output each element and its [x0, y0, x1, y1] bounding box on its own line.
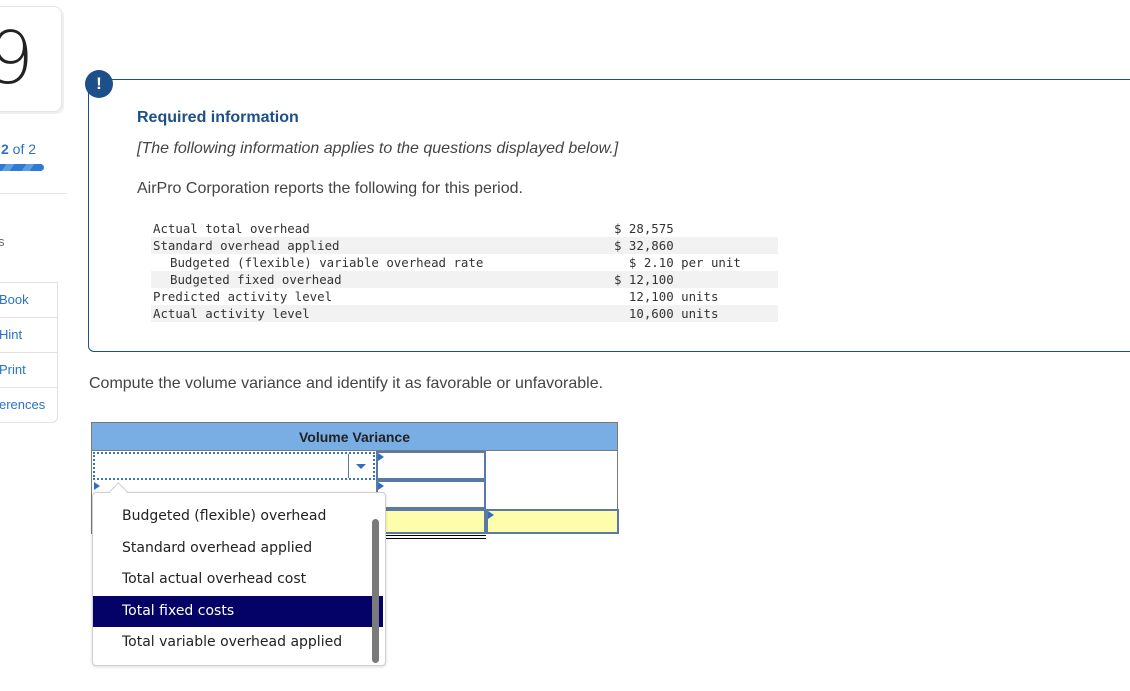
progress-stripe [1, 164, 15, 171]
worksheet-header: Volume Variance [91, 422, 618, 451]
data-row-value: $ 12,100 [614, 271, 778, 288]
data-row-value: $ 2.10 per unit [614, 255, 741, 270]
data-row-label: Budgeted (flexible) variable overhead ra… [170, 255, 484, 270]
progress-stripe [21, 164, 35, 171]
required-info-title: Required information [137, 109, 299, 126]
chevron-down-icon [356, 464, 366, 469]
dropdown-button[interactable] [348, 454, 373, 478]
dropdown-scrollbar[interactable] [372, 519, 379, 663]
data-row: Predicted activity level 12,100 units [151, 288, 778, 305]
row3-amount-input[interactable] [376, 509, 486, 534]
data-row-value: 12,100 units [614, 289, 719, 304]
sidebar-link-print[interactable]: Print [0, 353, 57, 388]
progress-current: 2 [1, 141, 9, 157]
dropdown-option-total-variable-overhead-applied[interactable]: Total variable overhead applied [93, 627, 383, 658]
sidebar-stub-text: s [0, 234, 5, 249]
data-row-value: $ 32,860 [614, 237, 778, 254]
data-row-label: Standard overhead applied [151, 237, 614, 254]
data-row: Budgeted (flexible) variable overhead ra… [151, 254, 778, 271]
sidebar-link-hint[interactable]: Hint [0, 318, 57, 353]
data-row-value: 10,600 units [614, 305, 778, 322]
data-row: Actual activity level 10,600 units [151, 305, 778, 322]
data-row-label: Predicted activity level [153, 289, 333, 304]
cell-marker-icon [94, 482, 100, 490]
data-row-label: Budgeted fixed overhead [151, 271, 614, 288]
overhead-data-table: Actual total overhead $ 28,575 Standard ov… [151, 220, 778, 322]
cell-marker-icon [378, 453, 384, 461]
row1-amount-input[interactable] [376, 451, 486, 480]
row1-label-select[interactable] [93, 452, 375, 480]
cell-marker-icon [378, 482, 384, 490]
double-underline [376, 535, 486, 536]
dropdown-option-total-actual-overhead-cost[interactable]: Total actual overhead cost [93, 564, 383, 595]
sidebar-link-ebook[interactable]: Book [0, 283, 57, 318]
dropdown-option-total-fixed-costs[interactable]: Total fixed costs [93, 596, 383, 627]
exclamation-icon: ! [85, 70, 113, 98]
progress-bar [0, 164, 44, 171]
data-row: Standard overhead applied $ 32,860 [151, 237, 778, 254]
sidebar-links: Book Hint Print erences [0, 282, 58, 423]
question-progress: 2 of 2 [1, 141, 36, 157]
info-intro: AirPro Corporation reports the following… [137, 180, 523, 197]
row2-amount-input[interactable] [376, 480, 486, 509]
data-row-value: $ 28,575 [614, 221, 674, 236]
data-row-label: Actual activity level [151, 305, 614, 322]
cell-marker-icon [488, 511, 494, 519]
data-row: Actual total overhead $ 28,575 [151, 220, 778, 237]
sidebar-link-references[interactable]: erences [0, 388, 57, 422]
dropdown-option-budgeted-flexible-overhead[interactable]: Budgeted (flexible) overhead [93, 501, 383, 532]
data-row-label: Actual total overhead [153, 221, 310, 236]
sidebar-divider [0, 193, 67, 194]
data-row: Budgeted fixed overhead $ 12,100 [151, 271, 778, 288]
question-number: 9 [0, 16, 34, 100]
info-note: [The following information applies to th… [137, 140, 619, 157]
label-dropdown-list[interactable]: Budgeted (flexible) overhead Standard ov… [92, 492, 386, 666]
progress-separator: of [8, 141, 29, 157]
question-text: Compute the volume variance and identify… [89, 375, 604, 392]
double-underline [376, 538, 486, 539]
dropdown-option-standard-overhead-applied[interactable]: Standard overhead applied [93, 533, 383, 564]
progress-total: 2 [28, 141, 37, 157]
variance-type-select[interactable] [486, 509, 619, 534]
